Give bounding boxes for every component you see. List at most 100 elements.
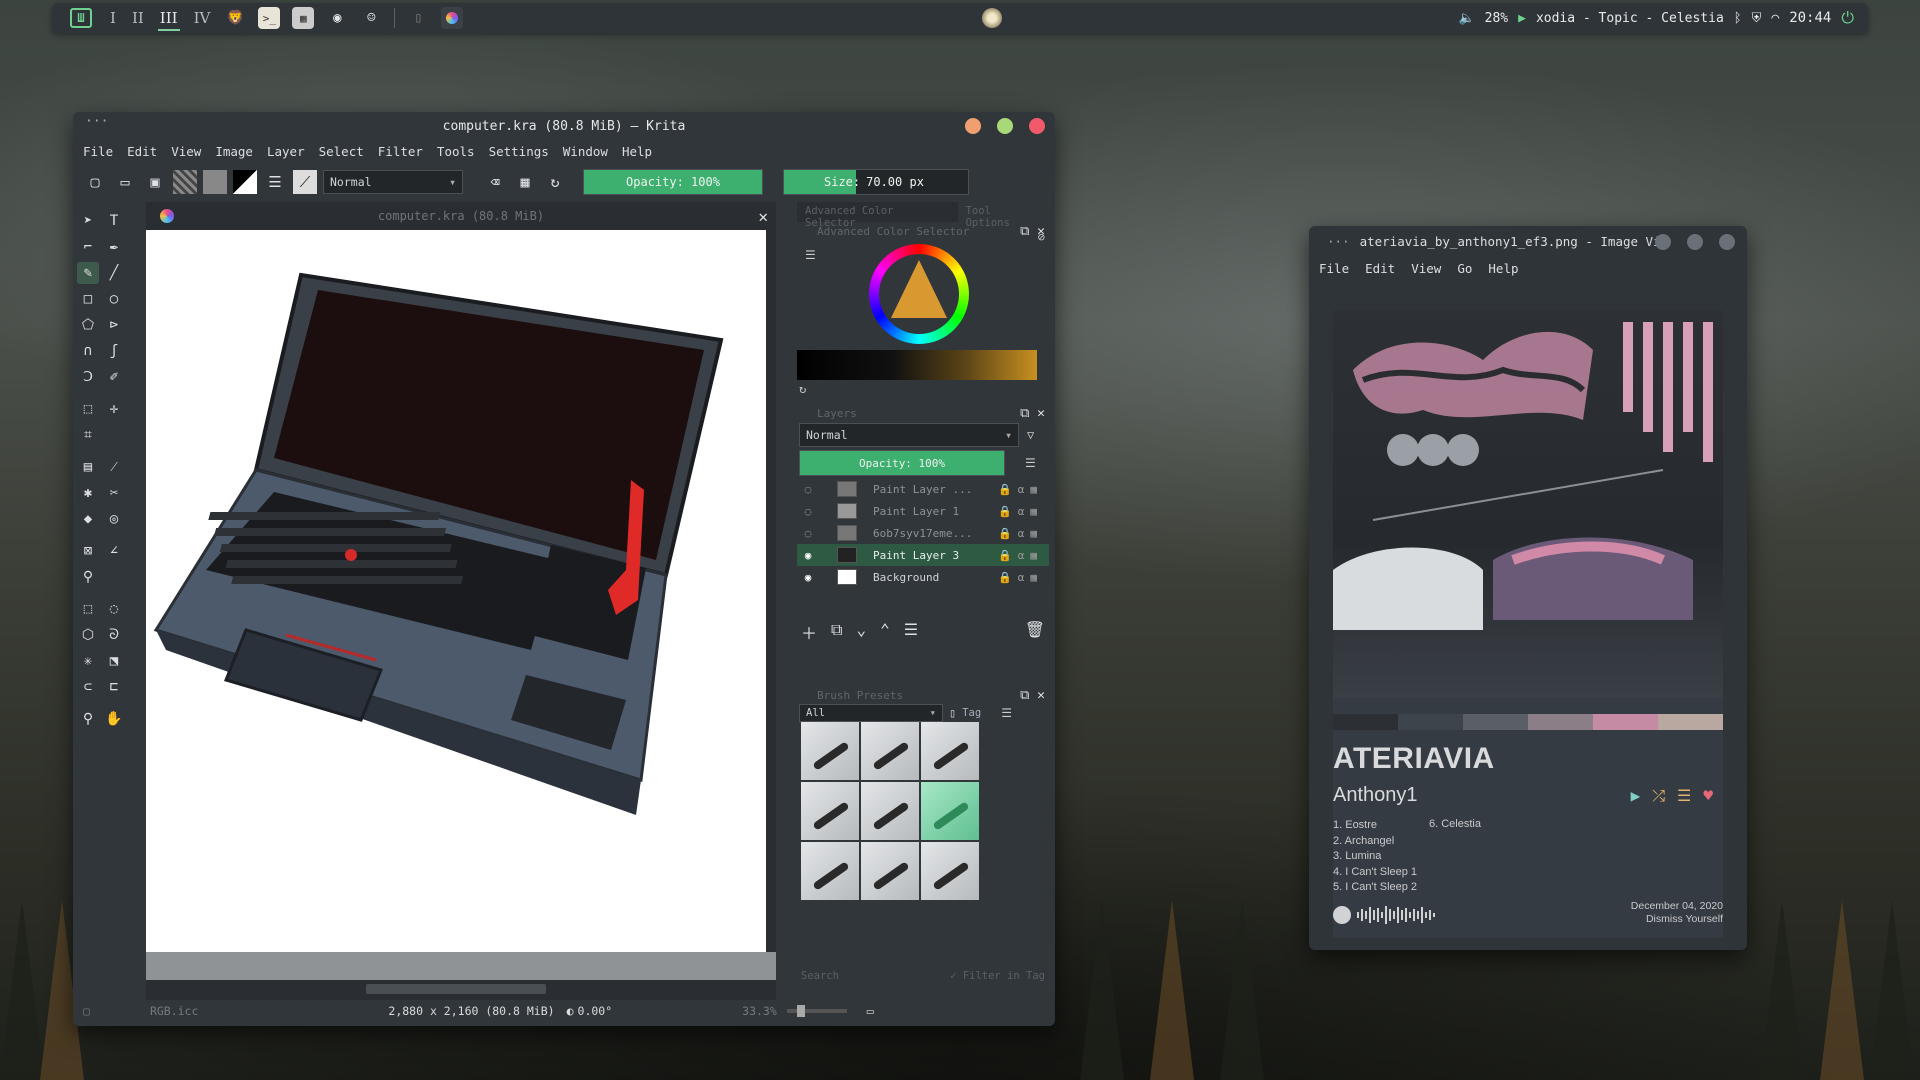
similar-select-tool-icon[interactable]: ⬔	[103, 650, 125, 672]
magnetic-select-tool-icon[interactable]: ⊏	[103, 676, 125, 698]
filter-in-tag-checkbox[interactable]: ✓ Filter in Tag	[950, 970, 1045, 982]
window-menu-icon[interactable]: ···	[85, 114, 108, 129]
visibility-icon[interactable]: ◌	[801, 505, 815, 518]
polyline-tool-icon[interactable]: ⊳	[103, 314, 125, 336]
workspace-3[interactable]: III	[152, 3, 186, 33]
play-icon[interactable]: ▶	[1518, 11, 1526, 26]
eraser-icon[interactable]: ⌫	[483, 170, 507, 194]
layer-lock-alpha-icons[interactable]: 🔒α▦	[998, 483, 1043, 496]
no-color-icon[interactable]: ⊘	[1038, 230, 1045, 244]
brush-preset[interactable]	[801, 722, 859, 780]
power-icon[interactable]: ⏻	[1841, 8, 1854, 28]
save-icon[interactable]: ▣	[143, 170, 167, 194]
brush-preset[interactable]	[801, 782, 859, 840]
layer-opacity-slider[interactable]: Opacity: 100%	[799, 450, 1005, 476]
brush-preset-selected[interactable]	[921, 782, 979, 840]
selection-icon[interactable]: ▢	[83, 1004, 90, 1018]
layer-options-icon[interactable]: ☰	[1025, 456, 1036, 470]
close-document-icon[interactable]: ✕	[758, 207, 768, 226]
gradient-tool-icon[interactable]: ▤	[77, 456, 99, 478]
settings-icon[interactable]: ☰	[805, 248, 816, 262]
rect-select-tool-icon[interactable]: ⬚	[77, 598, 99, 620]
rotation-value[interactable]: 0.00°	[578, 1004, 613, 1018]
window-menu-icon[interactable]: ···	[1327, 234, 1350, 249]
volume-icon[interactable]: 🔈	[1458, 11, 1474, 26]
fill-tool-icon[interactable]: ◆	[77, 508, 99, 530]
hscroll-thumb[interactable]	[366, 984, 546, 994]
layer-row[interactable]: ◌ Paint Layer 1 🔒α▦	[797, 500, 1049, 522]
move-tool-icon[interactable]: ✛	[103, 398, 125, 420]
dynamic-brush-tool-icon[interactable]: Ↄ	[77, 366, 99, 388]
bezier-select-tool-icon[interactable]: ⊂	[77, 676, 99, 698]
assistant-tool-icon[interactable]: ⊠	[77, 540, 99, 562]
transform-tool-icon[interactable]: ⬚	[77, 398, 99, 420]
minimize-button[interactable]	[965, 118, 981, 134]
line-tool-icon[interactable]: ╱	[103, 262, 125, 284]
freehand-select-tool-icon[interactable]: ᘐ	[103, 624, 125, 646]
close-button[interactable]	[1029, 118, 1045, 134]
menu-go[interactable]: Go	[1457, 261, 1472, 276]
browser-lion-icon[interactable]: 🦁	[224, 7, 246, 29]
menu-view[interactable]: View	[1411, 261, 1441, 276]
ellipse-tool-icon[interactable]: ○	[103, 288, 125, 310]
menu-layer[interactable]: Layer	[267, 144, 305, 159]
brush-preset[interactable]	[861, 722, 919, 780]
pan-tool-icon[interactable]: ✋	[103, 708, 125, 730]
brush-preset[interactable]	[921, 842, 979, 900]
menu-image[interactable]: Image	[215, 144, 253, 159]
crop-tool-icon[interactable]: ⌗	[77, 424, 99, 446]
brush-preset[interactable]	[801, 842, 859, 900]
maximize-button[interactable]	[1687, 234, 1703, 250]
vertical-scrollbar[interactable]	[766, 230, 776, 980]
view-mode-icon[interactable]: ☰	[1001, 706, 1012, 720]
zoom-slider[interactable]	[786, 1005, 847, 1017]
contiguous-select-tool-icon[interactable]: ✳	[77, 650, 99, 672]
polygon-tool-icon[interactable]: ⬠	[77, 314, 99, 336]
rectangle-tool-icon[interactable]: □	[77, 288, 99, 310]
brush-preset[interactable]	[861, 842, 919, 900]
delete-layer-icon[interactable]: 🗑	[1025, 620, 1045, 644]
reference-tool-icon[interactable]: ⚲	[77, 566, 99, 588]
duplicate-layer-icon[interactable]: ⧉	[831, 620, 842, 644]
image-viewer-icon[interactable]: ▦	[292, 7, 315, 29]
layer-properties-icon[interactable]: ☰	[904, 620, 918, 644]
freehand-path-tool-icon[interactable]: ʃ	[103, 340, 125, 362]
visibility-icon[interactable]: ◌	[801, 483, 815, 496]
menu-edit[interactable]: Edit	[1365, 261, 1395, 276]
edit-shape-tool-icon[interactable]: ⌐	[77, 236, 99, 258]
layer-lock-alpha-icons[interactable]: 🔒α▦	[998, 549, 1043, 562]
tag-icon[interactable]: ▯	[949, 706, 956, 720]
move-layer-down-icon[interactable]: ⌄	[856, 620, 866, 644]
wifi-icon[interactable]: ◠	[1771, 11, 1779, 26]
menu-settings[interactable]: Settings	[489, 144, 549, 159]
menu-help[interactable]: Help	[1488, 261, 1518, 276]
zoom-level[interactable]: 33.3%	[742, 1004, 777, 1018]
freehand-brush-tool-icon[interactable]: ✎	[77, 262, 99, 284]
color-wheel[interactable]	[869, 244, 969, 344]
brush-presets-float-close-icon[interactable]: ⧉ ✕	[1020, 688, 1045, 703]
ellipse-select-tool-icon[interactable]: ◌	[103, 598, 125, 620]
multibrush-tool-icon[interactable]: ✐	[103, 366, 125, 388]
bezier-tool-icon[interactable]: ∩	[77, 340, 99, 362]
brush-preset[interactable]	[921, 722, 979, 780]
enclose-fill-tool-icon[interactable]: ◎	[103, 508, 125, 530]
size-slider[interactable]: Size: 70.00 px	[783, 169, 969, 195]
brush-tag-filter-select[interactable]: All	[799, 704, 943, 722]
color-triangle[interactable]	[891, 260, 947, 318]
weather-sun-icon[interactable]	[982, 8, 1002, 28]
menu-select[interactable]: Select	[319, 144, 364, 159]
brush-preset-icon[interactable]: ⟋	[293, 170, 317, 194]
layer-lock-alpha-icons[interactable]: 🔒α▦	[998, 527, 1043, 540]
tab-tool-options[interactable]: Tool Options	[958, 202, 1049, 229]
menu-file[interactable]: File	[83, 144, 113, 159]
drawing-canvas[interactable]	[146, 230, 776, 952]
menu-help[interactable]: Help	[622, 144, 652, 159]
document-tab[interactable]: computer.kra (80.8 MiB) ✕	[146, 202, 776, 230]
pattern-icon[interactable]	[203, 170, 227, 194]
layer-row[interactable]: ◉ Background 🔒α▦	[797, 566, 1049, 588]
colorize-mask-tool-icon[interactable]: ✱	[77, 482, 99, 504]
alpha-lock-icon[interactable]: ▦	[513, 170, 537, 194]
minimize-button[interactable]	[1655, 234, 1671, 250]
menu-filter[interactable]: Filter	[378, 144, 423, 159]
brush-settings-icon[interactable]: ☰	[263, 170, 287, 194]
